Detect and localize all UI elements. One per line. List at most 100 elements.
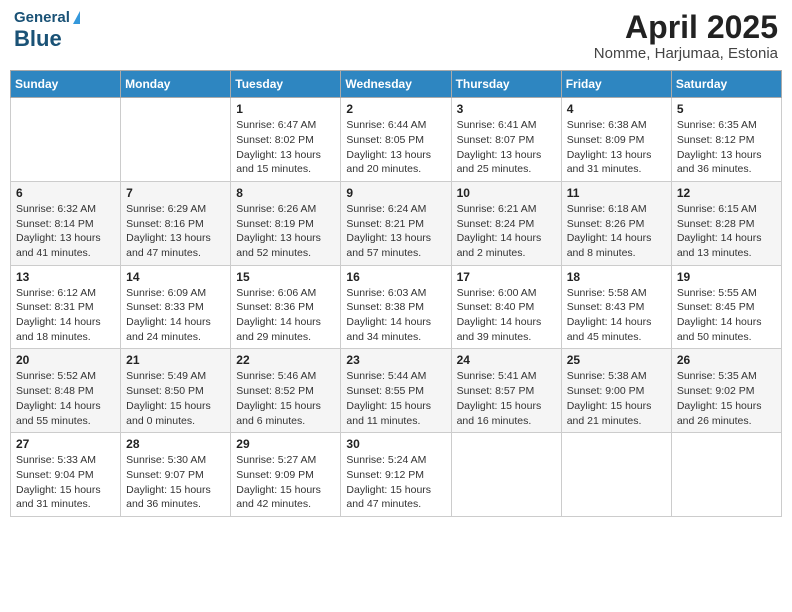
day-info: Sunrise: 6:24 AMSunset: 8:21 PMDaylight:…	[346, 202, 445, 261]
day-info: Sunrise: 5:46 AMSunset: 8:52 PMDaylight:…	[236, 369, 335, 428]
weekday-header-wednesday: Wednesday	[341, 71, 451, 98]
day-number: 1	[236, 102, 335, 116]
calendar-cell: 29Sunrise: 5:27 AMSunset: 9:09 PMDayligh…	[231, 433, 341, 517]
day-number: 5	[677, 102, 776, 116]
calendar-cell: 12 Sunrise: 6:15 AMSunset: 8:28 PMDayligh…	[671, 181, 781, 265]
day-number: 12	[677, 186, 776, 200]
calendar-cell: 17 Sunrise: 6:00 AMSunset: 8:40 PMDayligh…	[451, 265, 561, 349]
calendar-cell: 6 Sunrise: 6:32 AMSunset: 8:14 PMDaylight…	[11, 181, 121, 265]
weekday-header-tuesday: Tuesday	[231, 71, 341, 98]
day-number: 18	[567, 270, 666, 284]
calendar-cell: 23 Sunrise: 5:44 AMSunset: 8:55 PMDayligh…	[341, 349, 451, 433]
calendar-cell: 3 Sunrise: 6:41 AMSunset: 8:07 PMDaylight…	[451, 98, 561, 182]
day-info: Sunrise: 5:30 AMSunset: 9:07 PMDaylight:…	[126, 453, 225, 512]
day-info: Sunrise: 6:21 AMSunset: 8:24 PMDaylight:…	[457, 202, 556, 261]
day-info: Sunrise: 5:55 AMSunset: 8:45 PMDaylight:…	[677, 286, 776, 345]
day-number: 19	[677, 270, 776, 284]
week-row-4: 20Sunrise: 5:52 AMSunset: 8:48 PMDayligh…	[11, 349, 782, 433]
calendar-cell: 28 Sunrise: 5:30 AMSunset: 9:07 PMDayligh…	[121, 433, 231, 517]
day-number: 25	[567, 353, 666, 367]
weekday-header-thursday: Thursday	[451, 71, 561, 98]
day-info: Sunrise: 6:38 AMSunset: 8:09 PMDaylight:…	[567, 118, 666, 177]
calendar-cell: 18 Sunrise: 5:58 AMSunset: 8:43 PMDayligh…	[561, 265, 671, 349]
calendar-cell: 7 Sunrise: 6:29 AMSunset: 8:16 PMDaylight…	[121, 181, 231, 265]
day-number: 9	[346, 186, 445, 200]
calendar-cell: 10 Sunrise: 6:21 AMSunset: 8:24 PMDayligh…	[451, 181, 561, 265]
day-info: Sunrise: 6:41 AMSunset: 8:07 PMDaylight:…	[457, 118, 556, 177]
logo-blue: Blue	[14, 26, 62, 51]
day-info: Sunrise: 6:29 AMSunset: 8:16 PMDaylight:…	[126, 202, 225, 261]
calendar-cell: 11Sunrise: 6:18 AMSunset: 8:26 PMDayligh…	[561, 181, 671, 265]
day-info: Sunrise: 5:58 AMSunset: 8:43 PMDaylight:…	[567, 286, 666, 345]
day-info: Sunrise: 6:47 AMSunset: 8:02 PMDaylight:…	[236, 118, 335, 177]
day-info: Sunrise: 5:38 AMSunset: 9:00 PMDaylight:…	[567, 369, 666, 428]
day-number: 3	[457, 102, 556, 116]
day-number: 15	[236, 270, 335, 284]
calendar-cell: 30 Sunrise: 5:24 AMSunset: 9:12 PMDayligh…	[341, 433, 451, 517]
day-number: 11	[567, 186, 666, 200]
day-number: 14	[126, 270, 225, 284]
calendar-cell: 25 Sunrise: 5:38 AMSunset: 9:00 PMDayligh…	[561, 349, 671, 433]
day-number: 6	[16, 186, 115, 200]
day-number: 23	[346, 353, 445, 367]
day-number: 30	[346, 437, 445, 451]
day-info: Sunrise: 5:49 AMSunset: 8:50 PMDaylight:…	[126, 369, 225, 428]
day-number: 22	[236, 353, 335, 367]
calendar-table: SundayMondayTuesdayWednesdayThursdayFrid…	[10, 70, 782, 517]
calendar-cell: 14Sunrise: 6:09 AMSunset: 8:33 PMDayligh…	[121, 265, 231, 349]
day-number: 10	[457, 186, 556, 200]
calendar-cell: 9 Sunrise: 6:24 AMSunset: 8:21 PMDaylight…	[341, 181, 451, 265]
calendar-cell: 22 Sunrise: 5:46 AMSunset: 8:52 PMDayligh…	[231, 349, 341, 433]
day-info: Sunrise: 6:15 AMSunset: 8:28 PMDaylight:…	[677, 202, 776, 261]
day-number: 16	[346, 270, 445, 284]
weekday-header-friday: Friday	[561, 71, 671, 98]
day-number: 27	[16, 437, 115, 451]
weekday-header-row: SundayMondayTuesdayWednesdayThursdayFrid…	[11, 71, 782, 98]
week-row-5: 27 Sunrise: 5:33 AMSunset: 9:04 PMDayligh…	[11, 433, 782, 517]
weekday-header-saturday: Saturday	[671, 71, 781, 98]
title-block: April 2025 Nomme, Harjumaa, Estonia	[594, 10, 778, 62]
day-number: 7	[126, 186, 225, 200]
calendar-cell	[11, 98, 121, 182]
weekday-header-sunday: Sunday	[11, 71, 121, 98]
calendar-cell: 26 Sunrise: 5:35 AMSunset: 9:02 PMDayligh…	[671, 349, 781, 433]
day-info: Sunrise: 6:03 AMSunset: 8:38 PMDaylight:…	[346, 286, 445, 345]
calendar-cell: 2 Sunrise: 6:44 AMSunset: 8:05 PMDaylight…	[341, 98, 451, 182]
day-number: 2	[346, 102, 445, 116]
day-info: Sunrise: 6:06 AMSunset: 8:36 PMDaylight:…	[236, 286, 335, 345]
calendar-cell: 20Sunrise: 5:52 AMSunset: 8:48 PMDayligh…	[11, 349, 121, 433]
calendar-cell	[121, 98, 231, 182]
calendar-cell: 8Sunrise: 6:26 AMSunset: 8:19 PMDaylight…	[231, 181, 341, 265]
page-header: General Blue April 2025 Nomme, Harjumaa,…	[10, 10, 782, 62]
calendar-cell: 27 Sunrise: 5:33 AMSunset: 9:04 PMDayligh…	[11, 433, 121, 517]
logo: General Blue	[14, 10, 80, 51]
day-info: Sunrise: 6:32 AMSunset: 8:14 PMDaylight:…	[16, 202, 115, 261]
day-number: 8	[236, 186, 335, 200]
day-info: Sunrise: 5:24 AMSunset: 9:12 PMDaylight:…	[346, 453, 445, 512]
day-info: Sunrise: 6:35 AMSunset: 8:12 PMDaylight:…	[677, 118, 776, 177]
calendar-cell: 5 Sunrise: 6:35 AMSunset: 8:12 PMDaylight…	[671, 98, 781, 182]
logo-triangle-icon	[73, 11, 80, 24]
day-number: 24	[457, 353, 556, 367]
calendar-title: April 2025	[594, 10, 778, 45]
week-row-2: 6 Sunrise: 6:32 AMSunset: 8:14 PMDaylight…	[11, 181, 782, 265]
calendar-cell: 4Sunrise: 6:38 AMSunset: 8:09 PMDaylight…	[561, 98, 671, 182]
day-info: Sunrise: 6:00 AMSunset: 8:40 PMDaylight:…	[457, 286, 556, 345]
calendar-cell: 19 Sunrise: 5:55 AMSunset: 8:45 PMDayligh…	[671, 265, 781, 349]
day-number: 26	[677, 353, 776, 367]
calendar-cell: 15 Sunrise: 6:06 AMSunset: 8:36 PMDayligh…	[231, 265, 341, 349]
calendar-subtitle: Nomme, Harjumaa, Estonia	[594, 45, 778, 62]
calendar-cell: 1 Sunrise: 6:47 AMSunset: 8:02 PMDaylight…	[231, 98, 341, 182]
weekday-header-monday: Monday	[121, 71, 231, 98]
day-number: 17	[457, 270, 556, 284]
calendar-cell: 16 Sunrise: 6:03 AMSunset: 8:38 PMDayligh…	[341, 265, 451, 349]
calendar-cell	[451, 433, 561, 517]
day-number: 28	[126, 437, 225, 451]
day-info: Sunrise: 6:44 AMSunset: 8:05 PMDaylight:…	[346, 118, 445, 177]
day-info: Sunrise: 5:33 AMSunset: 9:04 PMDaylight:…	[16, 453, 115, 512]
day-info: Sunrise: 5:44 AMSunset: 8:55 PMDaylight:…	[346, 369, 445, 428]
day-info: Sunrise: 5:35 AMSunset: 9:02 PMDaylight:…	[677, 369, 776, 428]
day-info: Sunrise: 5:52 AMSunset: 8:48 PMDaylight:…	[16, 369, 115, 428]
day-number: 13	[16, 270, 115, 284]
calendar-cell	[671, 433, 781, 517]
